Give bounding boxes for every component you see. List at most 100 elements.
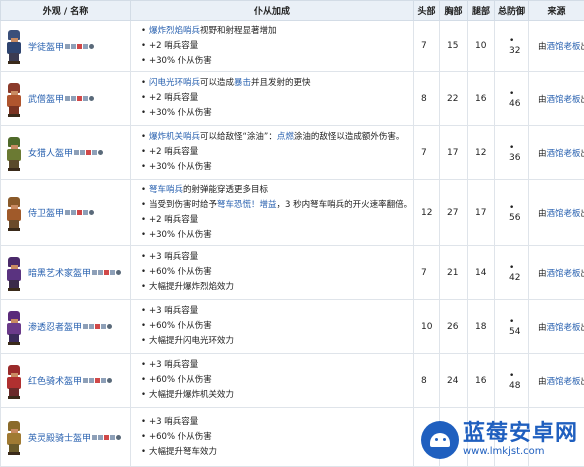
header-appearance-name[interactable]: 外观 / 名称	[1, 1, 131, 21]
effect-item: 当受到伤害时给予弩车恐慌！增益，3 秒内弩车哨兵的开火速率翻倍。	[141, 198, 413, 213]
effect-text: 大幅提升闪电光环效力	[149, 336, 234, 346]
armor-sprite-icon	[5, 363, 23, 399]
table-row: 暗黑艺术家盔甲+3 哨兵容量+60% 仆从伤害大幅提升爆炸烈焰效力72114• …	[1, 246, 584, 300]
header-source[interactable]: 来源	[529, 1, 584, 21]
effect-text: 涂油的敌怪以造成额外伤害。	[294, 132, 405, 142]
effect-text: +60% 仆从伤害	[149, 267, 212, 277]
effect-item: +30% 仆从伤害	[141, 228, 413, 243]
effect-text: +3 哨兵容量	[149, 360, 198, 370]
effect-text: +30% 仆从伤害	[149, 230, 212, 240]
tavernkeep-link[interactable]: 酒馆老板	[547, 323, 581, 333]
effect-link[interactable]: 暴击	[234, 78, 251, 88]
header-chest[interactable]: 胸部	[440, 1, 468, 21]
effect-text: 可以给敌怪“涂油”：	[200, 132, 277, 142]
version-badges-icon	[83, 324, 112, 329]
effect-text: +60% 仆从伤害	[149, 432, 212, 442]
table-row: 女猎人盔甲 爆炸机关哨兵可以给敌怪“涂油”：点燃涂油的敌怪以造成额外伤害。 +2 哨…	[1, 126, 584, 180]
effect-link[interactable]: 点燃	[277, 132, 294, 142]
defense-legs: 12	[468, 126, 495, 180]
tavernkeep-link[interactable]: 酒馆老板	[547, 95, 581, 105]
table-row: 武僧盔甲闪电光环哨兵可以造成暴击并且发射的更快+2 哨兵容量+30% 仆从伤害8…	[1, 72, 584, 126]
minion-bonus-cell: +3 哨兵容量+60% 仆从伤害大幅提升爆炸机关效力	[131, 354, 414, 408]
armor-name-link[interactable]: 红色骑术盔甲	[28, 374, 82, 387]
armor-name-link[interactable]: 女猎人盔甲	[28, 146, 73, 159]
header-total-defense[interactable]: 总防御	[495, 1, 529, 21]
header-head[interactable]: 头部	[414, 1, 440, 21]
effect-text: +30% 仆从伤害	[149, 108, 212, 118]
version-badges-icon	[65, 96, 94, 101]
watermark-title: 蓝莓安卓网	[463, 422, 578, 446]
effect-item: +30% 仆从伤害	[141, 54, 413, 69]
version-badges-icon	[65, 210, 94, 215]
effect-link[interactable]: 弩车恐慌！增益	[217, 200, 277, 210]
tavernkeep-link[interactable]: 酒馆老板	[547, 42, 581, 52]
defense-legs: 16	[468, 72, 495, 126]
armor-sprite-icon	[5, 419, 23, 455]
effect-item: +3 哨兵容量	[141, 415, 413, 430]
name-cell: 武僧盔甲	[1, 72, 131, 126]
effect-item: 弩车哨兵的射弹能穿透更多目标	[141, 183, 413, 198]
minion-bonus-cell: +3 哨兵容量 +60% 仆从伤害大幅提升弩车效力	[131, 408, 414, 467]
effect-item: +2 哨兵容量	[141, 39, 413, 54]
defense-legs: 16	[468, 354, 495, 408]
source-prefix: 由	[538, 149, 547, 159]
minion-bonus-cell: 爆炸烈焰哨兵视野和射程显著增加+2 哨兵容量+30% 仆从伤害	[131, 21, 414, 72]
effect-text: +30% 仆从伤害	[149, 162, 212, 172]
effect-text: 大幅提升爆炸烈焰效力	[149, 282, 234, 292]
armor-name-link[interactable]: 暗黑艺术家盔甲	[28, 266, 91, 279]
version-badges-icon	[65, 44, 94, 49]
effect-item: 大幅提升弩车效力	[141, 445, 413, 460]
defense-chest: 21	[440, 246, 468, 300]
effect-text: +2 哨兵容量	[149, 147, 198, 157]
defense-icon: •	[509, 143, 514, 153]
table-row: 侍卫盔甲 弩车哨兵的射弹能穿透更多目标当受到伤害时给予弩车恐慌！增益，3 秒内弩车…	[1, 180, 584, 246]
minion-bonus-cell: 爆炸机关哨兵可以给敌怪“涂油”：点燃涂油的敌怪以造成额外伤害。 +2 哨兵容量 +3…	[131, 126, 414, 180]
effect-link[interactable]: 闪电光环哨兵	[149, 78, 200, 88]
armor-sprite-icon	[5, 255, 23, 291]
effect-link[interactable]: 弩车哨兵	[149, 185, 183, 195]
defense-chest: 22	[440, 72, 468, 126]
defense-chest: 24	[440, 354, 468, 408]
tavernkeep-link[interactable]: 酒馆老板	[547, 377, 581, 387]
name-cell: 学徒盔甲	[1, 21, 131, 72]
name-cell: 暗黑艺术家盔甲	[1, 246, 131, 300]
source-prefix: 由	[538, 209, 547, 219]
defense-icon: •	[509, 203, 514, 213]
site-watermark: 蓝莓安卓网 www.lmkjst.com	[421, 421, 578, 459]
defense-total: • 32	[495, 21, 529, 72]
effect-link[interactable]: 爆炸机关哨兵	[149, 132, 200, 142]
table-row: 学徒盔甲爆炸烈焰哨兵视野和射程显著增加+2 哨兵容量+30% 仆从伤害71510…	[1, 21, 584, 72]
effect-item: 大幅提升爆炸机关效力	[141, 388, 413, 403]
effect-link[interactable]: 爆炸烈焰哨兵	[149, 26, 200, 36]
armor-name-link[interactable]: 武僧盔甲	[28, 92, 64, 105]
header-legs[interactable]: 腿部	[468, 1, 495, 21]
armor-table: 外观 / 名称 仆从加成 头部 胸部 腿部 总防御 来源 学徒盔甲 爆炸烈焰哨兵视…	[0, 0, 584, 467]
defense-total: • 54	[495, 300, 529, 354]
defense-icon: •	[509, 263, 514, 273]
source-prefix: 由	[538, 95, 547, 105]
armor-name-link[interactable]: 英灵殿骑士盔甲	[28, 431, 91, 444]
tavernkeep-link[interactable]: 酒馆老板	[547, 149, 581, 159]
effect-text: +2 哨兵容量	[149, 93, 198, 103]
tavernkeep-link[interactable]: 酒馆老板	[547, 269, 581, 279]
effect-item: 爆炸烈焰哨兵视野和射程显著增加	[141, 24, 413, 39]
defense-total: • 56	[495, 180, 529, 246]
source-prefix: 由	[538, 269, 547, 279]
armor-name-link[interactable]: 学徒盔甲	[28, 40, 64, 53]
source-prefix: 由	[538, 377, 547, 387]
defense-chest: 27	[440, 180, 468, 246]
armor-sprite-icon	[5, 81, 23, 117]
armor-name-link[interactable]: 渗透忍者盔甲	[28, 320, 82, 333]
defense-legs: 18	[468, 300, 495, 354]
name-cell: 渗透忍者盔甲	[1, 300, 131, 354]
header-minion-bonus[interactable]: 仆从加成	[131, 1, 414, 21]
defense-legs: 17	[468, 180, 495, 246]
effect-text: 视野和射程显著增加	[200, 26, 277, 36]
effect-text: 当受到伤害时给予	[149, 200, 217, 210]
effect-text: +3 哨兵容量	[149, 252, 198, 262]
armor-name-link[interactable]: 侍卫盔甲	[28, 206, 64, 219]
table-row: 渗透忍者盔甲+3 哨兵容量+60% 仆从伤害大幅提升闪电光环效力102618• …	[1, 300, 584, 354]
tavernkeep-link[interactable]: 酒馆老板	[547, 209, 581, 219]
effect-item: 大幅提升闪电光环效力	[141, 334, 413, 349]
effect-text: +3 哨兵容量	[149, 306, 198, 316]
